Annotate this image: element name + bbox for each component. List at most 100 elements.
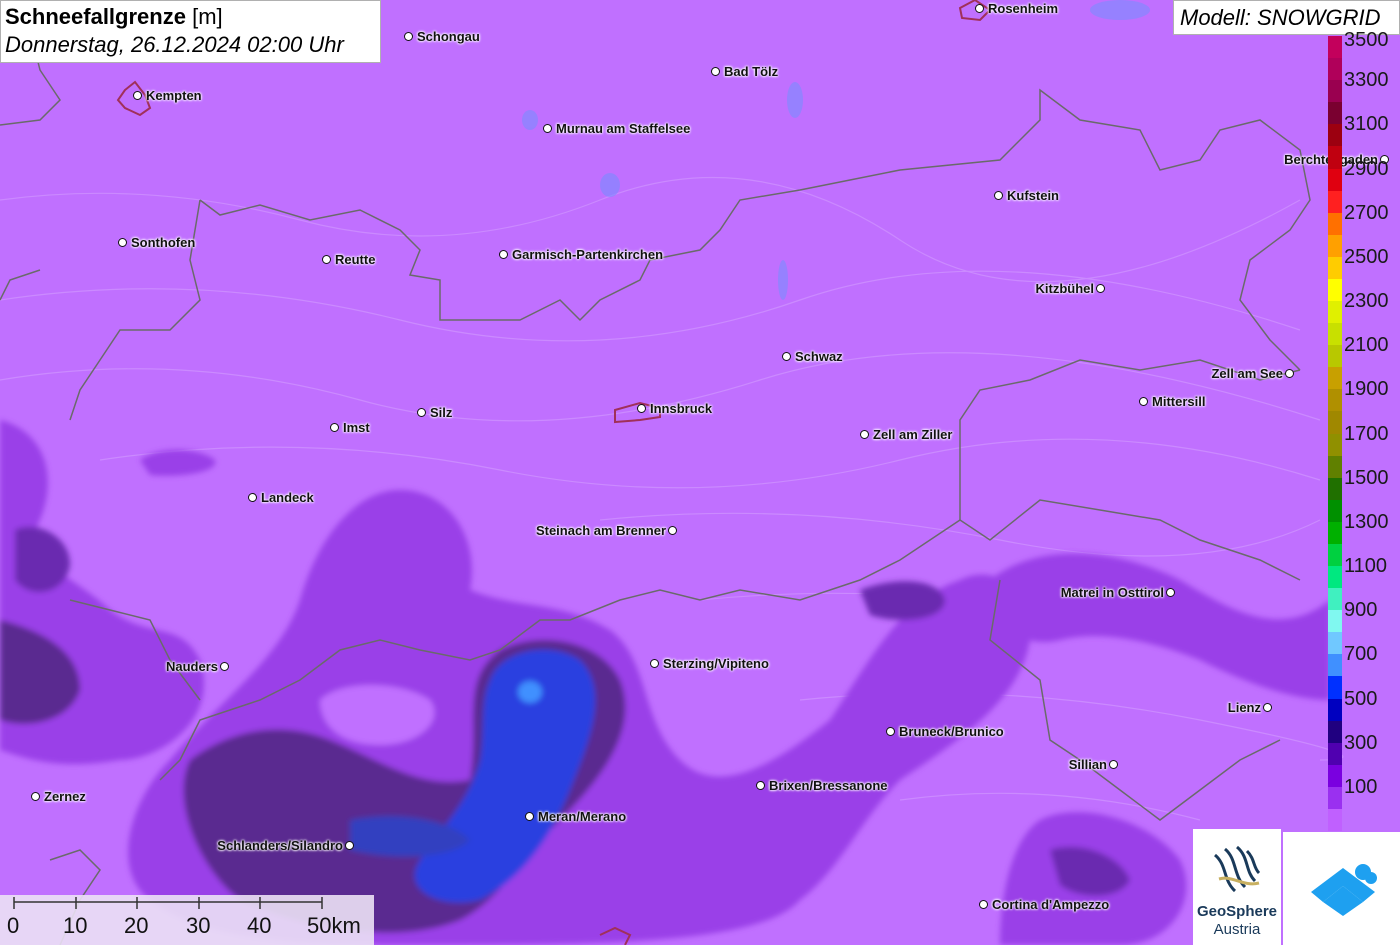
city-label: Silz <box>430 405 453 420</box>
city-label: Zell am Ziller <box>873 427 953 442</box>
legend-swatch <box>1328 102 1342 125</box>
legend-label: 2500 <box>1344 245 1389 268</box>
scale-bar: 0 10 20 30 40 50km <box>0 895 374 945</box>
legend-swatch <box>1328 676 1342 699</box>
legend-swatch <box>1328 610 1342 633</box>
city-label: Innsbruck <box>650 401 713 416</box>
city-marker <box>994 191 1003 200</box>
city-label: Reutte <box>335 252 376 267</box>
city-label: Schongau <box>417 29 480 44</box>
scale-label-40: 40 <box>247 913 272 938</box>
legend-swatch <box>1328 212 1342 236</box>
city-marker <box>248 493 257 502</box>
title-line: Schneefallgrenze [m] <box>5 3 376 31</box>
city-label: Murnau am Staffelsee <box>556 121 691 136</box>
legend-swatch <box>1328 80 1342 103</box>
city-marker <box>1139 397 1148 406</box>
scale-label-10: 10 <box>63 913 88 938</box>
city-label: Landeck <box>261 490 314 505</box>
city-label: Lienz <box>1227 700 1261 715</box>
legend-swatch <box>1328 808 1342 832</box>
scale-label-30: 30 <box>186 913 211 938</box>
city-marker <box>711 67 720 76</box>
legend-swatch <box>1328 301 1342 324</box>
legend-swatch <box>1328 786 1342 810</box>
legend-label: 2700 <box>1344 201 1389 224</box>
legend-swatch <box>1328 720 1342 744</box>
scale-label-0: 0 <box>7 913 20 938</box>
city-label: Zernez <box>44 789 86 804</box>
city-marker <box>322 255 331 264</box>
legend-swatch <box>1328 632 1342 655</box>
legend-swatch <box>1328 521 1342 545</box>
city-label: Steinach am Brenner <box>535 523 666 538</box>
city-label: Bad Tölz <box>724 64 779 79</box>
city-marker <box>220 662 229 671</box>
city-marker <box>133 91 142 100</box>
legend-swatch <box>1328 278 1342 302</box>
snow-line-map[interactable] <box>0 0 1400 945</box>
city-label: Rosenheim <box>988 1 1059 16</box>
map-canvas <box>0 0 1400 945</box>
legend-label: 300 <box>1344 731 1378 754</box>
legend-color-bar <box>1328 36 1342 832</box>
legend-swatch <box>1328 566 1342 589</box>
scale-label-50km: 50km <box>307 913 361 938</box>
city-marker <box>404 32 413 41</box>
title-datetime: Donnerstag, 26.12.2024 02:00 Uhr <box>5 32 344 57</box>
legend-label: 1700 <box>1344 422 1389 445</box>
legend-label: 700 <box>1344 643 1378 666</box>
legend-label: 1300 <box>1344 510 1389 533</box>
city-label: Cortina d'Ampezzo <box>992 897 1110 912</box>
city-marker <box>668 526 677 535</box>
city-label: Nauders <box>165 659 218 674</box>
cloud-mountain-logo-icon <box>1311 864 1377 916</box>
legend-label: 3100 <box>1344 113 1389 136</box>
legend-swatch <box>1328 168 1342 192</box>
color-legend: 3500 3300 3100 2900 2700 2500 2300 2100 1900 1700… <box>1328 30 1400 832</box>
city-marker <box>637 404 646 413</box>
legend-swatch <box>1328 124 1342 147</box>
legend-swatch <box>1328 345 1342 368</box>
legend-swatch <box>1328 698 1342 722</box>
city-marker <box>975 4 984 13</box>
title-main: Schneefallgrenze <box>5 4 186 29</box>
title-unit: [m] <box>192 4 223 29</box>
city-label: Kufstein <box>1007 188 1059 203</box>
city-label: Sillian <box>1068 757 1107 772</box>
partner-logo[interactable] <box>1283 832 1400 945</box>
city-label: Sonthofen <box>131 235 196 250</box>
city-label: Schwaz <box>795 349 843 364</box>
legend-label: 3500 <box>1344 29 1389 51</box>
geosphere-austria-logo[interactable]: GeoSphere Austria <box>1193 829 1281 945</box>
legend-swatch <box>1328 190 1342 214</box>
city-marker <box>1166 588 1175 597</box>
city-marker <box>345 841 354 850</box>
city-marker <box>118 238 127 247</box>
legend-label: 1100 <box>1344 555 1388 577</box>
deep-east <box>860 581 945 620</box>
city-marker <box>756 781 765 790</box>
city-label: Imst <box>343 420 370 435</box>
city-label: Schlanders/Silandro <box>217 838 343 853</box>
legend-swatch <box>1328 234 1342 258</box>
legend-label: 1900 <box>1344 378 1389 401</box>
city-label: Mittersill <box>1152 394 1206 409</box>
legend-swatch <box>1328 389 1342 412</box>
legend-label: 2900 <box>1344 157 1389 180</box>
city-marker <box>499 250 508 259</box>
geosphere-logo-icon <box>1210 844 1264 898</box>
legend-swatch <box>1328 36 1342 59</box>
legend-swatch <box>1328 411 1342 434</box>
city-label: Sterzing/Vipiteno <box>663 656 769 671</box>
city-label: Meran/Merano <box>538 809 627 824</box>
city-marker <box>650 659 659 668</box>
legend-swatch <box>1328 455 1342 479</box>
city-marker <box>860 430 869 439</box>
city-marker <box>1096 284 1105 293</box>
scale-label-20: 20 <box>124 913 149 938</box>
map-title-box: Schneefallgrenze [m] Donnerstag, 26.12.2… <box>0 0 381 63</box>
legend-swatch <box>1328 367 1342 390</box>
city-marker <box>543 124 552 133</box>
legend-label: 500 <box>1344 687 1378 710</box>
